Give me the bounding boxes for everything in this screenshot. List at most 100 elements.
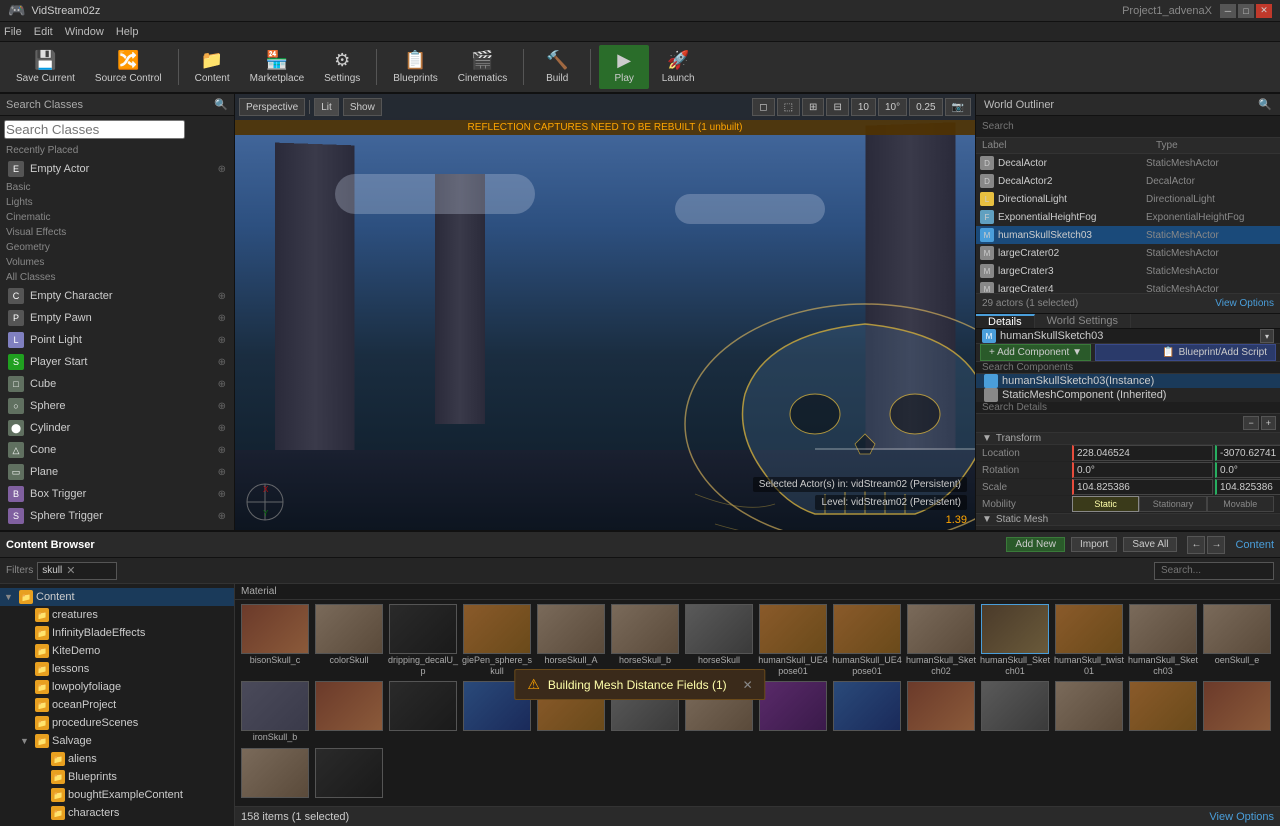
empty-character-item[interactable]: C Empty Character ⊕: [0, 285, 234, 307]
outliner-item[interactable]: M largeCrater4 StaticMeshActor: [976, 280, 1280, 293]
tab-details[interactable]: Details: [976, 314, 1035, 328]
basic-section[interactable]: Basic: [0, 180, 234, 195]
outliner-item[interactable]: D DecalActor StaticMeshActor: [976, 154, 1280, 172]
list-item[interactable]: [239, 748, 311, 802]
menu-window[interactable]: Window: [65, 26, 104, 38]
search-classes-input[interactable]: [4, 120, 185, 139]
vp-ctrl-4[interactable]: ⊟: [826, 98, 848, 116]
list-item[interactable]: [313, 681, 385, 746]
list-item[interactable]: humanSkull_Sketch02: [905, 604, 977, 679]
list-item[interactable]: [1053, 681, 1125, 746]
filter-clear-icon[interactable]: ✕: [66, 564, 75, 577]
add-new-button[interactable]: Add New: [1006, 537, 1065, 552]
list-item[interactable]: dripping_decalU_p: [387, 604, 459, 679]
static-mesh-section[interactable]: ▼ Static Mesh: [976, 513, 1280, 526]
list-item[interactable]: bisonSkull_c: [239, 604, 311, 679]
perspective-mode-button[interactable]: Perspective: [239, 98, 305, 116]
list-item[interactable]: [831, 681, 903, 746]
filter-tag[interactable]: skull ✕: [37, 562, 117, 580]
close-button[interactable]: ✕: [1256, 4, 1272, 18]
settings-button[interactable]: ⚙ Settings: [316, 45, 368, 89]
cinematics-button[interactable]: 🎬 Cinematics: [450, 45, 515, 89]
launch-button[interactable]: 🚀 Launch: [653, 45, 703, 89]
list-item[interactable]: oenSkull_e: [1201, 604, 1273, 679]
nav-back-button[interactable]: ←: [1187, 536, 1205, 554]
point-light-item[interactable]: L Point Light ⊕: [0, 329, 234, 351]
tree-item[interactable]: 📁 KiteDemo: [0, 642, 234, 660]
empty-actor-item[interactable]: E Empty Actor ⊕: [0, 158, 234, 180]
build-button[interactable]: 🔨 Build: [532, 45, 582, 89]
outliner-item[interactable]: D DecalActor2 DecalActor: [976, 172, 1280, 190]
vp-ctrl-angle[interactable]: 10°: [878, 98, 907, 116]
menu-file[interactable]: File: [4, 26, 22, 38]
tree-content-item[interactable]: ▼ 📁 Content: [0, 588, 234, 606]
vp-ctrl-1[interactable]: ◻: [752, 98, 774, 116]
nav-forward-button[interactable]: →: [1207, 536, 1225, 554]
location-y-input[interactable]: [1215, 445, 1280, 461]
sphere-item[interactable]: ○ Sphere ⊕: [0, 395, 234, 417]
vp-ctrl-scale[interactable]: 0.25: [909, 98, 942, 116]
list-item[interactable]: humanSkull_UE4pose01: [757, 604, 829, 679]
component-instance[interactable]: humanSkullSketch03(Instance): [976, 374, 1280, 388]
search-components-input[interactable]: [976, 362, 1280, 374]
show-button[interactable]: Show: [343, 98, 382, 116]
marketplace-button[interactable]: 🏪 Marketplace: [242, 45, 312, 89]
vp-ctrl-camera[interactable]: 📷: [945, 98, 971, 116]
tree-item[interactable]: 📁 oceanProject: [0, 696, 234, 714]
list-item[interactable]: humanSkull_Sketch03: [1127, 604, 1199, 679]
geometry-section[interactable]: Geometry: [0, 240, 234, 255]
box-trigger-item[interactable]: B Box Trigger ⊕: [0, 483, 234, 505]
list-item[interactable]: ironSkull_b: [239, 681, 311, 746]
save-all-button[interactable]: Save All: [1123, 537, 1177, 552]
component-inherited[interactable]: StaticMeshComponent (Inherited): [976, 388, 1280, 402]
cylinder-item[interactable]: ⬤ Cylinder ⊕: [0, 417, 234, 439]
cube-item[interactable]: □ Cube ⊕: [0, 373, 234, 395]
blueprint-script-button[interactable]: 📋 Blueprint/Add Script: [1095, 344, 1276, 361]
lights-section[interactable]: Lights: [0, 195, 234, 210]
save-current-button[interactable]: 💾 Save Current: [8, 45, 83, 89]
mobility-stationary-button[interactable]: Stationary: [1139, 496, 1206, 512]
tree-item[interactable]: 📁 Blueprints: [0, 768, 234, 786]
rotation-y-input[interactable]: [1215, 462, 1280, 478]
outliner-item[interactable]: M largeCrater3 StaticMeshActor: [976, 262, 1280, 280]
list-item[interactable]: humanSkull_UE4pose01: [831, 604, 903, 679]
outliner-item[interactable]: M largeCrater02 StaticMeshActor: [976, 244, 1280, 262]
list-item[interactable]: [905, 681, 977, 746]
add-component-button[interactable]: + Add Component ▼: [980, 344, 1091, 361]
vp-ctrl-2[interactable]: ⬚: [777, 98, 800, 116]
tab-world-settings[interactable]: World Settings: [1035, 314, 1131, 328]
viewport[interactable]: Perspective Lit Show ◻ ⬚ ⊞ ⊟ 10 10° 0.25…: [235, 94, 975, 530]
list-item[interactable]: colorSkull: [313, 604, 385, 679]
location-x-input[interactable]: [1072, 445, 1213, 461]
outliner-item[interactable]: L DirectionalLight DirectionalLight: [976, 190, 1280, 208]
cone-item[interactable]: △ Cone ⊕: [0, 439, 234, 461]
mobility-movable-button[interactable]: Movable: [1207, 496, 1274, 512]
import-button[interactable]: Import: [1071, 537, 1117, 552]
tree-item[interactable]: 📁 lowpolyfoliage: [0, 678, 234, 696]
scale-x-input[interactable]: [1072, 479, 1213, 495]
play-button[interactable]: ▶ Play: [599, 45, 649, 89]
list-item[interactable]: [1201, 681, 1273, 746]
outliner-item-selected[interactable]: M humanSkullSketch03 StaticMeshActor: [976, 226, 1280, 244]
scale-y-input[interactable]: [1215, 479, 1280, 495]
tree-item[interactable]: 📁 characters: [0, 804, 234, 822]
outliner-search-input[interactable]: [976, 116, 1280, 138]
blueprints-button[interactable]: 📋 Blueprints: [385, 45, 445, 89]
list-item[interactable]: [387, 681, 459, 746]
all-classes-section[interactable]: All Classes: [0, 270, 234, 285]
transform-section[interactable]: ▼ Transform: [976, 432, 1280, 445]
menu-edit[interactable]: Edit: [34, 26, 53, 38]
notification-close-button[interactable]: ✕: [743, 678, 753, 692]
cinematic-section[interactable]: Cinematic: [0, 210, 234, 225]
list-item[interactable]: [979, 681, 1051, 746]
recently-placed-section[interactable]: Recently Placed: [0, 143, 234, 158]
list-item[interactable]: humanSkull_twist01: [1053, 604, 1125, 679]
list-item[interactable]: [313, 748, 385, 802]
player-start-item[interactable]: S Player Start ⊕: [0, 351, 234, 373]
cb-view-options[interactable]: View Options: [1209, 811, 1274, 823]
details-collapse-button[interactable]: −: [1243, 416, 1258, 430]
outliner-item[interactable]: F ExponentialHeightFog ExponentialHeight…: [976, 208, 1280, 226]
tree-item[interactable]: 📁 boughtExampleContent: [0, 786, 234, 804]
tree-item[interactable]: 📁 creatures: [0, 606, 234, 624]
actor-name-input[interactable]: [1000, 330, 1256, 342]
